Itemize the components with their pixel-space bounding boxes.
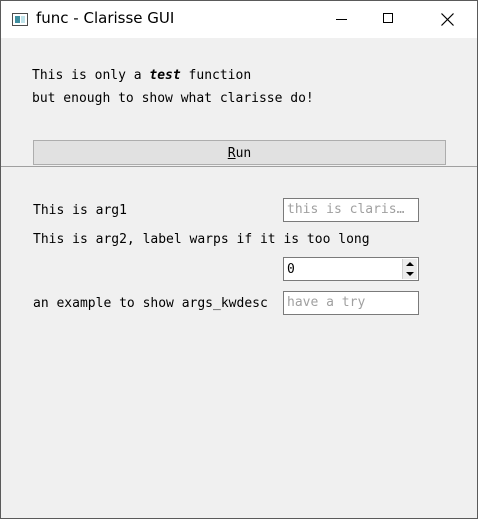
window-title: func - Clarisse GUI bbox=[36, 9, 175, 27]
spin-down-icon[interactable] bbox=[402, 269, 417, 279]
spin-up-icon[interactable] bbox=[402, 259, 417, 269]
maximize-button[interactable] bbox=[365, 1, 411, 38]
run-button[interactable]: Run bbox=[33, 140, 446, 165]
arg2-value: 0 bbox=[287, 262, 295, 277]
minimize-icon bbox=[336, 19, 347, 20]
close-icon bbox=[441, 13, 454, 26]
close-button[interactable] bbox=[425, 1, 471, 38]
title-bar[interactable]: func - Clarisse GUI bbox=[1, 1, 477, 38]
arg1-input[interactable]: this is claris… bbox=[283, 198, 419, 222]
app-window-icon bbox=[12, 13, 28, 26]
app-window: func - Clarisse GUI This is only a test … bbox=[0, 0, 478, 519]
arg2-label: This is arg2, label warps if it is too l… bbox=[33, 232, 370, 247]
arg1-label: This is arg1 bbox=[33, 203, 127, 218]
arg3-label: an example to show args_kwdesc bbox=[33, 296, 268, 311]
arg3-input[interactable]: have a try bbox=[283, 291, 419, 315]
maximize-icon bbox=[383, 13, 393, 23]
description-emphasis: test bbox=[149, 68, 181, 83]
minimize-button[interactable] bbox=[319, 1, 365, 38]
description-line-2: but enough to show what clarisse do! bbox=[32, 91, 314, 106]
arg2-spinbox[interactable]: 0 bbox=[283, 257, 419, 281]
description-line-1: This is only a test function bbox=[32, 68, 252, 83]
